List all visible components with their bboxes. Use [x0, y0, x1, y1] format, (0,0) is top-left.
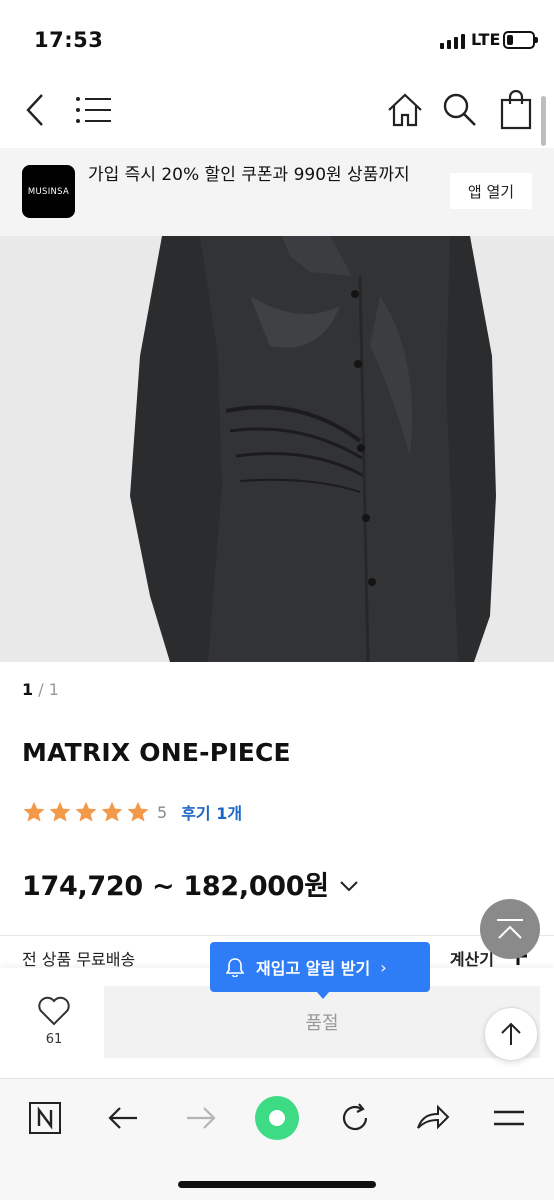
arrow-right-icon — [187, 1107, 216, 1129]
share-button[interactable] — [408, 1093, 458, 1143]
restock-alert-label: 재입고 알림 받기 — [256, 959, 371, 978]
star-icon — [23, 801, 45, 822]
share-icon — [417, 1104, 450, 1130]
like-button[interactable]: 61 — [24, 996, 84, 1047]
browser-toolbar — [0, 1078, 554, 1200]
banner-message: 가입 즉시 20% 할인 쿠폰과 990원 상품까지 — [88, 165, 410, 185]
star-rating — [22, 800, 152, 824]
browser-forward-button[interactable] — [176, 1093, 226, 1143]
green-dot-icon — [255, 1096, 299, 1140]
restock-alert-tooltip[interactable]: 재입고 알림 받기 › — [210, 942, 430, 999]
price-row[interactable]: 174,720 ~ 182,000원 — [22, 864, 359, 903]
green-dot-button[interactable] — [252, 1093, 302, 1143]
heart-icon — [38, 996, 70, 1026]
status-time: 17:53 — [34, 28, 104, 52]
signal-icon — [440, 33, 465, 49]
star-icon — [49, 801, 71, 822]
arrow-up-bar-icon — [497, 919, 523, 939]
chevron-right-icon: › — [380, 957, 387, 977]
home-indicator — [178, 1181, 376, 1188]
arrow-up-icon — [501, 1022, 521, 1045]
refresh-button[interactable] — [330, 1093, 380, 1143]
like-count: 61 — [45, 1032, 63, 1047]
chevron-down-icon — [340, 880, 358, 891]
menu-button[interactable] — [72, 88, 116, 132]
free-shipping-label: 전 상품 무료배송 — [22, 950, 136, 969]
scroll-to-top-fab[interactable] — [480, 899, 540, 959]
open-app-button[interactable]: 앱 열기 — [450, 173, 532, 209]
back-arrow-icon — [26, 94, 43, 126]
musinsa-logo: MUSINSA — [22, 165, 75, 218]
image-counter: 1 / 1 — [22, 680, 59, 699]
home-icon — [388, 93, 422, 127]
more-menu-button[interactable] — [484, 1093, 534, 1143]
browser-back-button[interactable] — [98, 1093, 148, 1143]
back-button[interactable] — [14, 88, 58, 132]
star-icon — [75, 801, 97, 822]
rating-score: 5 — [157, 802, 168, 822]
dress-photo — [0, 236, 554, 662]
rating-row: 5 후기 1개 — [22, 800, 242, 824]
app-download-banner: MUSINSA 가입 즉시 20% 할인 쿠폰과 990원 상품까지 앱 열기 — [0, 148, 554, 236]
product-image[interactable] — [0, 236, 554, 662]
star-icon — [127, 801, 149, 822]
star-icon — [101, 801, 123, 822]
search-icon — [443, 93, 476, 126]
naver-button[interactable] — [20, 1093, 70, 1143]
shopping-bag-icon — [500, 90, 532, 130]
cart-button[interactable] — [494, 88, 538, 132]
top-navigation — [0, 80, 554, 144]
search-button[interactable] — [438, 88, 482, 132]
refresh-icon — [342, 1103, 368, 1131]
bell-icon — [226, 958, 244, 977]
image-counter-total: 1 — [48, 680, 59, 699]
battery-icon — [503, 31, 538, 49]
product-title: MATRIX ONE-PIECE — [22, 738, 291, 767]
price-range: 174,720 ~ 182,000원 — [22, 871, 329, 902]
network-label: LTE — [471, 30, 501, 49]
home-button[interactable] — [383, 88, 427, 132]
image-counter-separator: / — [38, 680, 44, 699]
arrow-left-icon — [108, 1107, 137, 1129]
hamburger-icon — [494, 1110, 524, 1126]
review-link[interactable]: 후기 1개 — [181, 800, 242, 824]
menu-icon — [76, 97, 111, 123]
image-counter-current: 1 — [22, 680, 34, 699]
naver-icon — [29, 1102, 61, 1134]
battery-level — [507, 35, 513, 45]
scroll-top-button[interactable] — [484, 1007, 538, 1061]
status-bar: 17:53 LTE — [0, 0, 554, 80]
